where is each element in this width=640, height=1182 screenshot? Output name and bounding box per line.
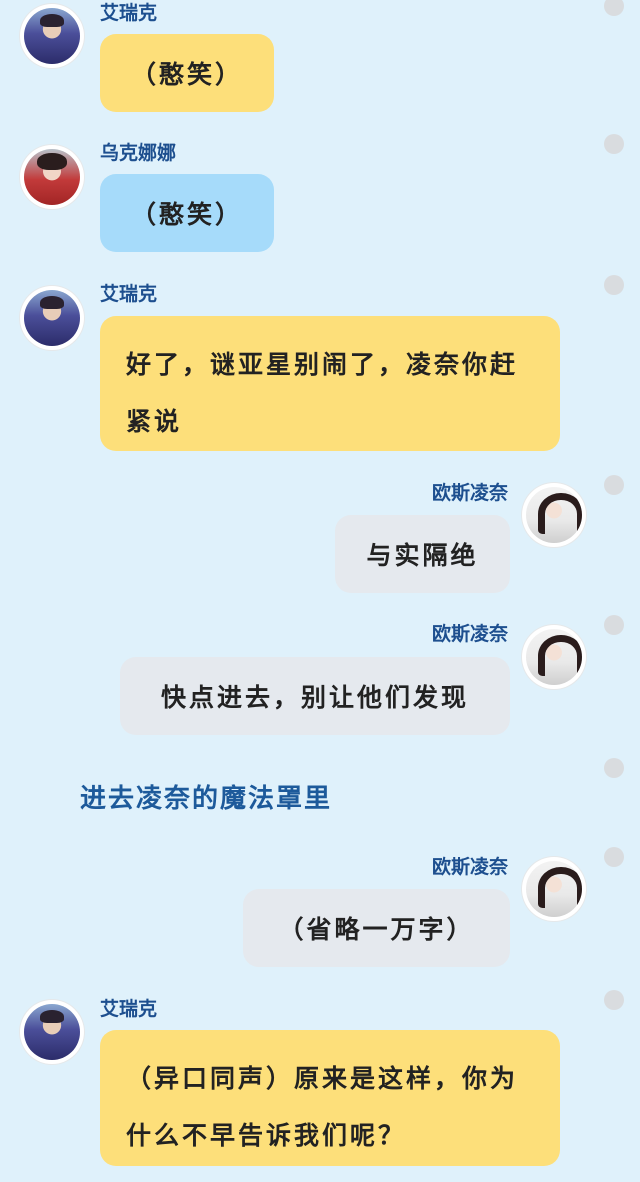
boy-uniform-avatar[interactable]	[20, 1000, 84, 1064]
message-bubble[interactable]: （憨笑）	[100, 174, 274, 252]
message-marker-dot	[604, 615, 624, 635]
message-bubble[interactable]: （省略一万字）	[243, 889, 510, 967]
speaker-name: 欧斯凌奈	[431, 856, 508, 878]
message-marker-dot	[604, 990, 624, 1010]
speaker-name: 欧斯凌奈	[431, 623, 508, 645]
message-marker-dot	[604, 847, 624, 867]
message-bubble[interactable]: （异口同声）原来是这样，你为什么不早告诉我们呢？	[100, 1030, 560, 1166]
message-bubble[interactable]: 与实隔绝	[335, 515, 510, 593]
boy-uniform-avatar[interactable]	[20, 286, 84, 350]
speaker-name: 艾瑞克	[100, 283, 158, 305]
message-marker-dot	[604, 275, 624, 295]
speaker-name: 艾瑞克	[100, 2, 158, 24]
girl-dark-hair-avatar[interactable]	[522, 857, 586, 921]
girl-red-jacket-avatar[interactable]	[20, 145, 84, 209]
girl-dark-hair-avatar[interactable]	[522, 483, 586, 547]
speaker-name: 艾瑞克	[100, 998, 158, 1020]
message-marker-dot	[604, 134, 624, 154]
boy-uniform-avatar[interactable]	[20, 4, 84, 68]
message-marker-dot	[604, 475, 624, 495]
message-marker-dot	[604, 0, 624, 16]
message-bubble[interactable]: 快点进去，别让他们发现	[120, 657, 510, 735]
speaker-name: 乌克娜娜	[100, 142, 177, 164]
message-marker-dot	[604, 758, 624, 778]
message-bubble[interactable]: 好了，谜亚星别闹了，凌奈你赶紧说	[100, 316, 560, 451]
speaker-name: 欧斯凌奈	[431, 482, 508, 504]
message-bubble[interactable]: （憨笑）	[100, 34, 274, 112]
girl-dark-hair-avatar[interactable]	[522, 625, 586, 689]
narration-text: 进去凌奈的魔法罩里	[80, 784, 333, 814]
